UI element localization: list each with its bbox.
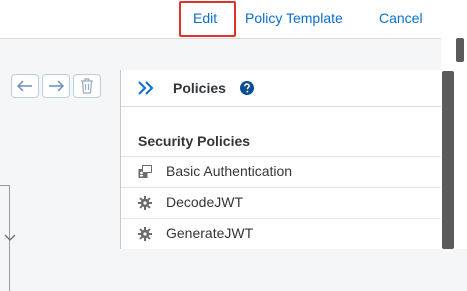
id-card-icon: [138, 165, 152, 178]
double-chevron-right-icon[interactable]: [137, 80, 155, 96]
arrow-left-icon: [17, 80, 32, 92]
policy-item-label: GenerateJWT: [166, 225, 254, 241]
trash-icon: [81, 78, 93, 94]
policy-item-generatejwt[interactable]: GenerateJWT: [121, 218, 441, 249]
flow-canvas: [0, 39, 120, 291]
question-circle-icon[interactable]: [240, 81, 254, 95]
canvas-nav-buttons: [11, 74, 101, 98]
policy-item-label: Basic Authentication: [166, 163, 293, 179]
policies-panel-title: Policies: [173, 80, 226, 96]
security-policies-heading: Security Policies: [138, 133, 251, 149]
arrow-right-icon: [49, 80, 64, 92]
gear-icon: [138, 196, 152, 210]
policy-item-label: DecodeJWT: [166, 194, 244, 210]
policy-template-button[interactable]: Policy Template: [245, 10, 343, 26]
redo-button[interactable]: [42, 74, 70, 98]
security-policy-list: Basic Authentication DecodeJWT GenerateJ…: [121, 156, 441, 249]
panel-scrollbar-thumb[interactable]: [442, 71, 454, 249]
policies-panel-header: Policies: [121, 70, 441, 107]
undo-button[interactable]: [11, 74, 39, 98]
policies-panel: Policies Security Policies Basic Authent…: [121, 70, 441, 249]
gear-icon: [138, 227, 152, 241]
cancel-button[interactable]: Cancel: [379, 10, 423, 26]
top-toolbar: Edit Policy Template Cancel: [0, 0, 467, 39]
policy-item-basic-authentication[interactable]: Basic Authentication: [121, 156, 441, 187]
policy-item-decodejwt[interactable]: DecodeJWT: [121, 187, 441, 218]
edit-highlight-box: [179, 1, 236, 37]
delete-button[interactable]: [73, 74, 101, 98]
chevron-down-icon: [4, 234, 16, 241]
page-scrollbar-thumb[interactable]: [456, 38, 464, 62]
